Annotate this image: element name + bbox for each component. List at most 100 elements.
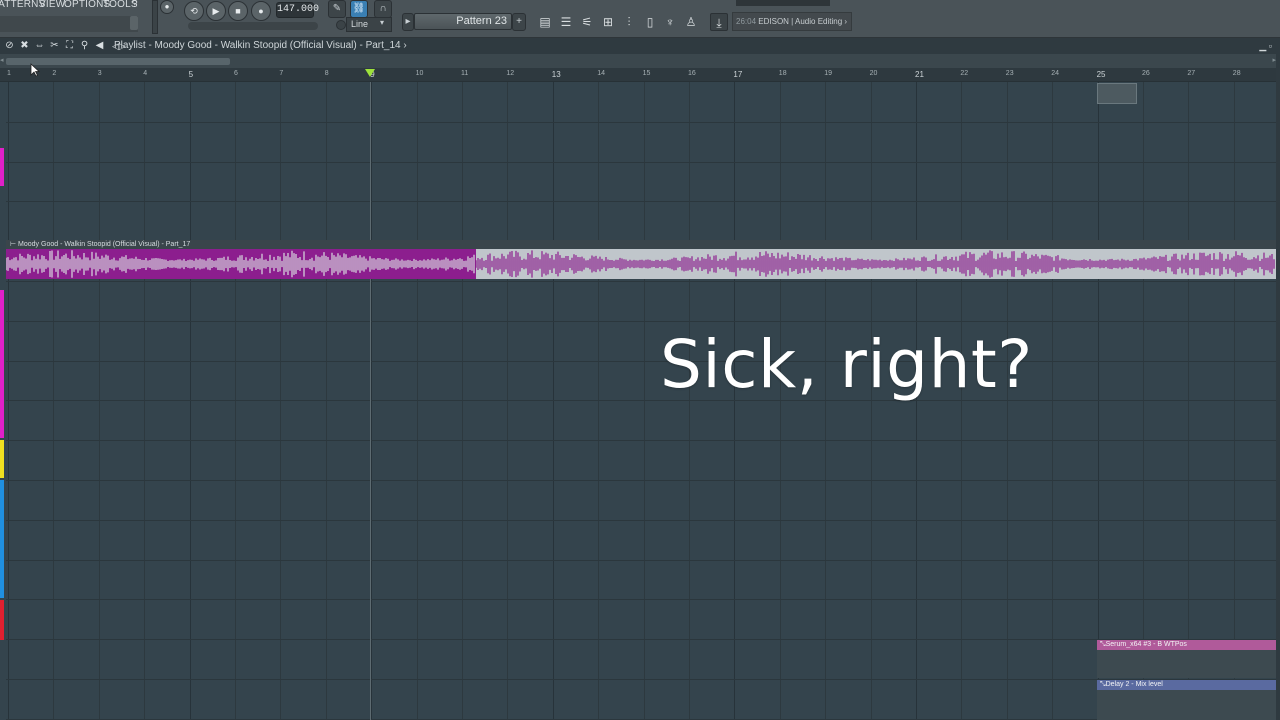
ruler-bar-number: 6 bbox=[234, 70, 238, 77]
chevron-right-icon: › bbox=[844, 17, 848, 26]
ruler-bar-number: 1 bbox=[7, 70, 11, 77]
waveform-unplayed bbox=[475, 250, 1275, 278]
add-pattern-icon[interactable]: + bbox=[512, 13, 526, 31]
download-icon[interactable]: ⤓ bbox=[710, 13, 728, 31]
piano-roll-icon[interactable]: ☰ bbox=[557, 13, 575, 31]
snap-knob-icon[interactable] bbox=[336, 20, 346, 30]
ruler-bar-number: 28 bbox=[1232, 70, 1241, 77]
ruler-bar-number: 10 bbox=[415, 70, 424, 77]
ruler-bar-number: 12 bbox=[506, 70, 515, 77]
file-icon[interactable]: ▯ bbox=[641, 13, 659, 31]
hint-panel-left bbox=[0, 16, 138, 32]
pattern-clip[interactable] bbox=[1097, 83, 1137, 104]
ruler-bar-number: 25 bbox=[1096, 70, 1106, 79]
pat-song-toggle-icon[interactable]: ● bbox=[160, 0, 174, 14]
automation-clip-name: Serum_x64 #3 - B WTPos bbox=[1105, 641, 1187, 648]
mixer-icon[interactable]: ⫶ bbox=[620, 13, 638, 31]
select-tool-icon[interactable]: ⛶ bbox=[62, 38, 77, 54]
audio-clip[interactable]: ⊢ Moody Good - Walkin Stoopid (Official … bbox=[6, 240, 1276, 282]
record-icon[interactable]: ● bbox=[251, 1, 271, 21]
ruler-bar-number: 18 bbox=[778, 70, 787, 77]
tempo-slider[interactable] bbox=[188, 22, 318, 30]
fl-studio-window: PATTERNS VIEW OPTIONS TOOLS ? ● ⟲ ▶ ■ ● … bbox=[0, 0, 1280, 720]
zoom-tool-icon[interactable]: ⚲ bbox=[77, 38, 92, 54]
snap-select[interactable]: Line bbox=[346, 17, 392, 32]
chevron-down-icon[interactable]: ▾ bbox=[380, 18, 384, 27]
menu-help[interactable]: ? bbox=[132, 0, 138, 10]
ruler-bar-number: 7 bbox=[279, 70, 284, 77]
minimize-icon[interactable]: ▁ bbox=[1259, 41, 1266, 51]
menu-view[interactable]: VIEW bbox=[39, 0, 65, 10]
playlist-icon[interactable]: ▤ bbox=[536, 13, 554, 31]
playlist-grid[interactable] bbox=[6, 82, 1280, 720]
audio-clip-waveform[interactable] bbox=[6, 249, 1276, 279]
ruler-bar-number: 14 bbox=[597, 70, 605, 77]
automation-clip-body[interactable] bbox=[1097, 690, 1276, 720]
automation-clip[interactable]: ⤡Delay 2 - Mix level bbox=[1097, 680, 1276, 690]
ruler-bar-number: 27 bbox=[1187, 70, 1196, 77]
grid-track-line bbox=[6, 121, 1276, 123]
ruler-bar-number: 8 bbox=[324, 70, 329, 77]
channel-rack-icon[interactable]: ⚟ bbox=[578, 13, 596, 31]
playlist-titlebar: ⊘ ✖ ⇔ ✂ ⛶ ⚲ ◀ ◁▷ Playlist - Moody Good - Walki… bbox=[0, 38, 1280, 54]
ruler-bar-number: 5 bbox=[188, 70, 194, 79]
grid-track-line bbox=[6, 360, 1276, 362]
ruler-bar-number: 16 bbox=[688, 70, 696, 77]
draw-tool-icon[interactable]: ✎ bbox=[328, 0, 346, 18]
playhead-marker-icon[interactable] bbox=[365, 69, 375, 77]
slice-tool-icon[interactable]: ✂ bbox=[47, 38, 62, 54]
playlist-title: Playlist - Moody Good - Walkin Stoopid (… bbox=[114, 38, 407, 54]
scroll-left-icon[interactable]: ◂ bbox=[0, 56, 4, 64]
timeline-ruler[interactable]: 1 2 3 4 5 6 7 8 9 10 11 12 13 14 15 16 17 18 19 20 21 22 23 24 2… bbox=[0, 68, 1280, 82]
magnet-icon[interactable]: ∩ bbox=[374, 0, 392, 18]
waveform-played bbox=[6, 250, 475, 278]
panel-scroll-handle[interactable] bbox=[130, 16, 138, 30]
pattern-selector[interactable]: Pattern 23 bbox=[414, 13, 512, 30]
automation-clip[interactable]: ⤡Serum_x64 #3 - B WTPos bbox=[1097, 640, 1276, 650]
ruler-bar-number: 2 bbox=[52, 70, 57, 77]
vertical-scrollbar[interactable] bbox=[1276, 54, 1280, 720]
clip-menu-icon[interactable]: ⊢ bbox=[10, 241, 18, 248]
audio-clip-header[interactable]: ⊢ Moody Good - Walkin Stoopid (Official … bbox=[6, 240, 1276, 249]
pattern-prev-icon[interactable]: ▸ bbox=[402, 13, 414, 31]
mute-tool-icon[interactable]: ✖ bbox=[17, 38, 32, 54]
hint-number: 26:04 bbox=[736, 17, 757, 26]
tempo-display[interactable]: 147.000 bbox=[276, 2, 319, 18]
automation-clip-body[interactable] bbox=[1097, 650, 1276, 678]
window-buttons: ▁ ▫ bbox=[1259, 38, 1272, 54]
link-tool-icon[interactable]: ⛓ bbox=[350, 0, 368, 18]
track-color-strip bbox=[0, 440, 4, 478]
playhead-line bbox=[370, 82, 371, 720]
ruler-bar-number: 11 bbox=[461, 70, 469, 77]
master-volume-slider[interactable] bbox=[152, 0, 158, 34]
stop-icon[interactable]: ■ bbox=[228, 1, 248, 21]
track-color-strip bbox=[0, 480, 4, 598]
playback-tool-icon[interactable]: ◀ bbox=[92, 38, 107, 54]
play-icon[interactable]: ▶ bbox=[206, 1, 226, 21]
plugin-icon[interactable]: ♆ bbox=[661, 13, 679, 31]
horizontal-scrollbar[interactable]: ◂ ▸ bbox=[0, 54, 1280, 68]
options-icon[interactable]: ⊘ bbox=[2, 38, 17, 54]
hint-text: EDISON | Audio Editing bbox=[758, 17, 843, 26]
metronome-icon[interactable]: ♙ bbox=[682, 13, 700, 31]
track-color-strip bbox=[0, 600, 4, 640]
grid-track-line bbox=[6, 519, 1276, 521]
ruler-bar-number: 24 bbox=[1051, 70, 1059, 77]
video-caption: Sick, right? bbox=[660, 326, 1033, 403]
grid-track-line bbox=[6, 480, 1276, 481]
ruler-bar-number: 19 bbox=[824, 70, 832, 77]
browser-icon[interactable]: ⊞ bbox=[599, 13, 617, 31]
ruler-bar-number: 23 bbox=[1005, 70, 1014, 77]
maximize-icon[interactable]: ▫ bbox=[1269, 41, 1272, 51]
track-color-strip bbox=[0, 290, 4, 438]
ruler-bar-number: 20 bbox=[869, 70, 878, 77]
grid-track-line bbox=[6, 599, 1276, 601]
hint-bar: 26:04 EDISON | Audio Editing › bbox=[732, 12, 852, 31]
automation-clip-name: Delay 2 - Mix level bbox=[1105, 681, 1163, 688]
loop-icon[interactable]: ⟲ bbox=[184, 1, 204, 21]
grid-track-line bbox=[6, 320, 1276, 322]
slip-tool-icon[interactable]: ⇔ bbox=[32, 38, 47, 54]
waveform bbox=[6, 250, 1275, 278]
ruler-bar-number: 17 bbox=[733, 70, 743, 79]
grid-track-line bbox=[6, 201, 1276, 203]
